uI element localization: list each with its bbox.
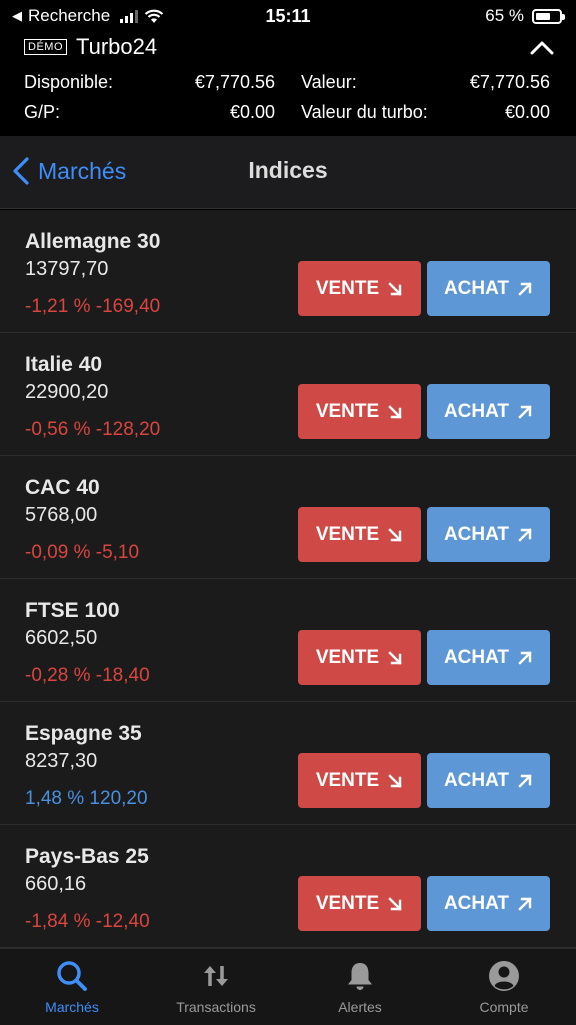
demo-badge: DÉMO bbox=[24, 39, 67, 55]
market-price: 660,16 bbox=[25, 873, 87, 895]
buy-button-label: ACHAT bbox=[443, 646, 510, 668]
market-name: CAC 40 bbox=[25, 476, 100, 499]
arrow-up-right-icon bbox=[518, 281, 532, 296]
buy-button[interactable]: ACHAT bbox=[427, 753, 550, 808]
market-row[interactable]: Italie 40 22900,20 -0,56 % -128,20 VENTE ACH… bbox=[0, 333, 576, 456]
arrow-down-right-icon bbox=[388, 773, 402, 788]
market-price: 13797,70 bbox=[25, 258, 109, 280]
sell-button-label: VENTE bbox=[315, 523, 380, 545]
arrow-up-right-icon bbox=[518, 404, 532, 419]
arrow-up-right-icon bbox=[518, 527, 532, 542]
search-icon bbox=[57, 961, 87, 991]
market-change: -0,09 % -5,10 bbox=[25, 542, 140, 563]
arrow-up-right-icon bbox=[518, 896, 532, 911]
battery-icon bbox=[532, 8, 565, 24]
available-value: €7,770.56 bbox=[194, 72, 275, 92]
status-bar: ◀ Recherche 15:11 65 % bbox=[0, 0, 576, 34]
pl-value: €0.00 bbox=[229, 102, 275, 122]
tab-label: Compte bbox=[479, 999, 529, 1015]
arrow-up-right-icon bbox=[518, 650, 532, 665]
tab-bar: Marchés Transactions Alertes Compte bbox=[0, 948, 576, 1025]
market-row[interactable]: Allemagne 30 13797,70 -1,21 % -169,40 VENTE… bbox=[0, 210, 576, 333]
sell-button-label: VENTE bbox=[315, 769, 380, 791]
tab-markets[interactable]: Marchés bbox=[12, 959, 132, 1015]
buy-button-label: ACHAT bbox=[443, 769, 510, 791]
buy-button-label: ACHAT bbox=[443, 523, 510, 545]
value-value: €7,770.56 bbox=[469, 72, 550, 92]
market-row[interactable]: Espagne 35 8237,30 1,48 % 120,20 VENTE ACHAT bbox=[0, 702, 576, 825]
market-change: -0,56 % -128,20 bbox=[25, 419, 161, 440]
market-change: -1,84 % -12,40 bbox=[25, 911, 150, 932]
turbo-value-label: Valeur du turbo: bbox=[301, 102, 428, 122]
buy-button-label: ACHAT bbox=[443, 892, 510, 914]
arrow-up-right-icon bbox=[518, 773, 532, 788]
tab-account[interactable]: Compte bbox=[444, 959, 564, 1015]
account-summary: DÉMO Turbo24 Disponible: €7,770.56 Valeu… bbox=[0, 34, 576, 134]
market-row[interactable]: CAC 40 5768,00 -0,09 % -5,10 VENTE ACHAT bbox=[0, 456, 576, 579]
battery-percent: 65 % bbox=[485, 6, 524, 25]
sell-button[interactable]: VENTE bbox=[298, 261, 421, 316]
market-name: Allemagne 30 bbox=[25, 230, 161, 253]
sell-button[interactable]: VENTE bbox=[298, 507, 421, 562]
sell-button-label: VENTE bbox=[315, 277, 380, 299]
buy-button[interactable]: ACHAT bbox=[427, 384, 550, 439]
market-row[interactable]: FTSE 100 6602,50 -0,28 % -18,40 VENTE ACHAT bbox=[0, 579, 576, 702]
buy-button[interactable]: ACHAT bbox=[427, 507, 550, 562]
sell-button[interactable]: VENTE bbox=[298, 753, 421, 808]
arrow-down-right-icon bbox=[388, 404, 402, 419]
pl-label: G/P: bbox=[24, 102, 61, 122]
market-change: -1,21 % -169,40 bbox=[25, 296, 161, 317]
market-price: 8237,30 bbox=[25, 750, 98, 772]
arrow-down-right-icon bbox=[388, 527, 402, 542]
buy-button[interactable]: ACHAT bbox=[427, 261, 550, 316]
transfer-arrows-icon bbox=[204, 966, 228, 986]
market-name: Italie 40 bbox=[25, 353, 103, 376]
buy-button[interactable]: ACHAT bbox=[427, 630, 550, 685]
tab-label: Marchés bbox=[45, 999, 99, 1015]
bell-icon bbox=[348, 963, 372, 990]
available-label: Disponible: bbox=[24, 72, 114, 92]
sell-button[interactable]: VENTE bbox=[298, 876, 421, 931]
market-row[interactable]: Pays-Bas 25 660,16 -1,84 % -12,40 VENTE ACHA… bbox=[0, 825, 576, 948]
market-name: Pays-Bas 25 bbox=[25, 845, 149, 868]
market-change: 1,48 % 120,20 bbox=[25, 788, 148, 809]
sell-button[interactable]: VENTE bbox=[298, 384, 421, 439]
market-change: -0,28 % -18,40 bbox=[25, 665, 150, 686]
sell-button-label: VENTE bbox=[315, 646, 380, 668]
tab-label: Transactions bbox=[176, 999, 256, 1015]
market-name: Espagne 35 bbox=[25, 722, 142, 745]
chevron-up-icon[interactable] bbox=[530, 38, 554, 56]
market-name: FTSE 100 bbox=[25, 599, 120, 622]
market-price: 5768,00 bbox=[25, 504, 98, 526]
sell-button[interactable]: VENTE bbox=[298, 630, 421, 685]
user-circle-icon bbox=[489, 961, 519, 991]
buy-button[interactable]: ACHAT bbox=[427, 876, 550, 931]
sell-button-label: VENTE bbox=[315, 400, 380, 422]
navigation-bar: Marchés Indices bbox=[0, 136, 576, 209]
value-label: Valeur: bbox=[301, 72, 357, 92]
tab-label: Alertes bbox=[338, 999, 382, 1015]
arrow-down-right-icon bbox=[388, 896, 402, 911]
sell-button-label: VENTE bbox=[315, 892, 380, 914]
buy-button-label: ACHAT bbox=[443, 277, 510, 299]
arrow-down-right-icon bbox=[388, 281, 402, 296]
market-price: 6602,50 bbox=[25, 627, 98, 649]
page-title: Indices bbox=[248, 157, 328, 183]
market-list: Allemagne 30 13797,70 -1,21 % -169,40 VENTE… bbox=[0, 210, 576, 948]
market-price: 22900,20 bbox=[25, 381, 109, 403]
buy-button-label: ACHAT bbox=[443, 400, 510, 422]
tab-transactions[interactable]: Transactions bbox=[156, 959, 276, 1015]
arrow-down-right-icon bbox=[388, 650, 402, 665]
tab-alerts[interactable]: Alertes bbox=[300, 959, 420, 1015]
turbo-value-value: €0.00 bbox=[504, 102, 550, 122]
battery-status: 65 % bbox=[485, 6, 565, 26]
account-name: Turbo24 bbox=[76, 34, 158, 59]
